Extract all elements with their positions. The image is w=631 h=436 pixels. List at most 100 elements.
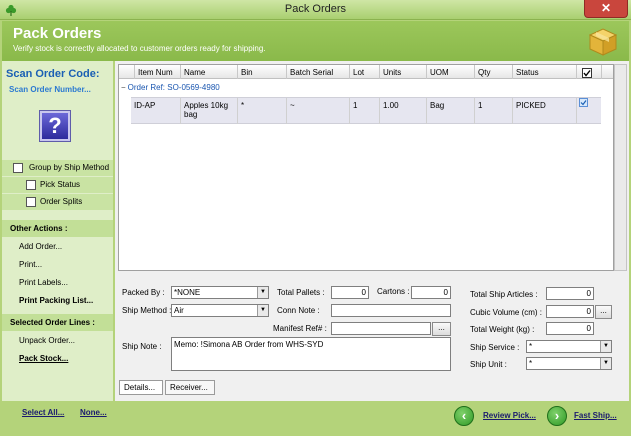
manifest-ref-label: Manifest Ref# : (273, 324, 327, 333)
cartons-label: Cartons : (377, 287, 410, 296)
package-box-icon (588, 28, 618, 56)
ship-unit-label: Ship Unit : (470, 360, 507, 369)
select-all-link[interactable]: Select All... (22, 408, 64, 417)
page-title: Pack Orders (13, 25, 102, 42)
cubic-volume-label: Cubic Volume (cm) : (470, 308, 543, 317)
ship-service-select[interactable]: * ▼ (526, 340, 612, 353)
check-icon (580, 100, 587, 106)
group-row-order-ref[interactable]: − Order Ref: SO-0569-4980 (121, 83, 220, 92)
pick-status-label: Pick Status (40, 180, 81, 189)
print-labels-link[interactable]: Print Labels... (19, 278, 68, 287)
cell-uom: Bag (427, 98, 475, 124)
page-subtitle: Verify stock is correctly allocated to c… (13, 44, 266, 53)
tab-receiver[interactable]: Receiver... (165, 380, 215, 395)
option-order-splits[interactable]: Order Splits (2, 194, 113, 210)
grid-vertical-scrollbar[interactable] (614, 64, 627, 271)
main-panel: Item Num Name Bin Batch Serial Lot Units… (115, 61, 629, 401)
col-uom[interactable]: UOM (427, 65, 475, 79)
cubic-volume-calc-button[interactable]: ... (595, 305, 612, 319)
chevron-down-icon: ▼ (600, 358, 611, 369)
row-select-checkbox[interactable] (579, 98, 588, 107)
print-packing-list-link[interactable]: Print Packing List... (19, 296, 93, 305)
footer-bar: Select All... None... ‹ Review Pick... ›… (0, 401, 631, 436)
cell-qty: 1 (475, 98, 513, 124)
table-row[interactable]: ID-AP Apples 10kg bag * ~ 1 1.00 Bag 1 PI… (131, 97, 601, 124)
ship-note-label: Ship Note : (122, 342, 162, 351)
conn-note-label: Conn Note : (277, 306, 320, 315)
scan-order-title: Scan Order Code: (6, 68, 100, 80)
cartons-input[interactable]: 0 (411, 286, 451, 299)
col-item-num[interactable]: Item Num (135, 65, 181, 79)
total-pallets-label: Total Pallets : (277, 288, 325, 297)
total-weight-input[interactable]: 0 (546, 322, 594, 335)
print-link[interactable]: Print... (19, 260, 42, 269)
total-ship-articles-label: Total Ship Articles : (470, 290, 538, 299)
ship-unit-select[interactable]: * ▼ (526, 357, 612, 370)
cell-name: Apples 10kg bag (181, 98, 238, 124)
selected-order-lines-header: Selected Order Lines : (2, 314, 113, 331)
col-qty[interactable]: Qty (475, 65, 513, 79)
ship-method-label: Ship Method : (122, 306, 172, 315)
cell-status: PICKED (513, 98, 577, 124)
grid-header: Item Num Name Bin Batch Serial Lot Units… (119, 65, 613, 79)
option-group-by-ship-method[interactable]: Group by Ship Method (2, 160, 113, 176)
cell-lot: 1 (350, 98, 380, 124)
cubic-volume-input[interactable]: 0 (546, 305, 594, 318)
order-splits-label: Order Splits (40, 197, 83, 206)
window-title: Pack Orders (284, 3, 347, 15)
chevron-down-icon: ▼ (257, 305, 268, 316)
conn-note-input[interactable] (331, 304, 451, 317)
ship-note-textarea[interactable]: Memo: !Simona AB Order from WHS-SYD (171, 337, 451, 371)
help-question-button[interactable]: ? (40, 111, 70, 141)
pack-stock-link[interactable]: Pack Stock... (19, 354, 68, 363)
order-splits-checkbox[interactable] (26, 197, 36, 207)
other-actions-header: Other Actions : (2, 220, 113, 237)
group-order-ref-label: Order Ref: SO-0569-4980 (127, 83, 220, 92)
group-by-ship-method-label: Group by Ship Method (29, 163, 110, 172)
review-pick-button[interactable]: Review Pick... (483, 411, 536, 420)
col-units[interactable]: Units (380, 65, 427, 79)
select-none-link[interactable]: None... (80, 408, 107, 417)
col-lot[interactable]: Lot (350, 65, 380, 79)
chevron-down-icon: ▼ (600, 341, 611, 352)
unpack-order-link[interactable]: Unpack Order... (19, 336, 75, 345)
total-pallets-input[interactable]: 0 (331, 286, 369, 299)
col-name[interactable]: Name (181, 65, 238, 79)
grid-header-spacer (119, 65, 135, 79)
cell-bin: * (238, 98, 287, 124)
left-panel: Scan Order Code: Scan Order Number... ? … (2, 61, 113, 401)
total-weight-label: Total Weight (kg) : (470, 325, 535, 334)
packed-by-label: Packed By : (122, 288, 165, 297)
manifest-ref-browse-button[interactable]: ... (432, 322, 451, 336)
option-pick-status[interactable]: Pick Status (2, 177, 113, 193)
tab-details[interactable]: Details... (119, 380, 163, 395)
title-bar: Pack Orders ✕ (0, 0, 631, 20)
col-batch-serial[interactable]: Batch Serial (287, 65, 350, 79)
manifest-ref-input[interactable] (331, 322, 431, 335)
ship-method-select[interactable]: Air ▼ (171, 304, 269, 317)
cell-batch-serial: ~ (287, 98, 350, 124)
header-checkbox-icon (582, 68, 592, 78)
ship-service-label: Ship Service : (470, 343, 520, 352)
fast-ship-button[interactable]: Fast Ship... (574, 411, 617, 420)
pick-status-checkbox[interactable] (26, 180, 36, 190)
chevron-down-icon: ▼ (257, 287, 268, 298)
cell-item-num: ID-AP (131, 98, 181, 124)
cell-units: 1.00 (380, 98, 427, 124)
col-status[interactable]: Status (513, 65, 577, 79)
review-pick-back-icon[interactable]: ‹ (454, 406, 474, 426)
group-by-ship-method-checkbox[interactable] (13, 163, 23, 173)
question-icon: ? (48, 113, 62, 138)
scan-order-input[interactable]: Scan Order Number... (9, 85, 91, 94)
col-select-all[interactable] (577, 65, 602, 79)
close-button[interactable]: ✕ (584, 0, 628, 18)
fast-ship-forward-icon[interactable]: › (547, 406, 567, 426)
add-order-link[interactable]: Add Order... (19, 242, 62, 251)
close-icon: ✕ (600, 1, 612, 15)
col-bin[interactable]: Bin (238, 65, 287, 79)
page-header: Pack Orders Verify stock is correctly al… (2, 21, 629, 61)
group-collapse-icon[interactable]: − (121, 83, 126, 92)
packed-by-select[interactable]: *NONE ▼ (171, 286, 269, 299)
total-ship-articles-input[interactable]: 0 (546, 287, 594, 300)
order-lines-grid[interactable]: Item Num Name Bin Batch Serial Lot Units… (118, 64, 614, 271)
